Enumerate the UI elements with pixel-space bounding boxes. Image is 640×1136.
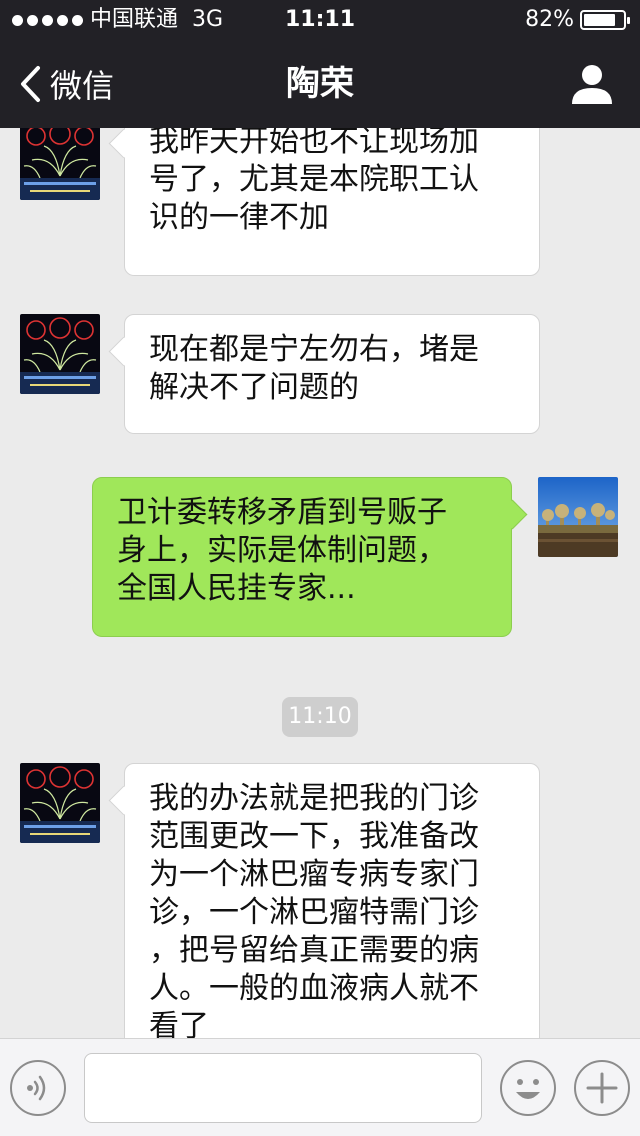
nav-bar: 微信 陶荣: [0, 40, 640, 128]
sent-message-bubble[interactable]: 卫计委转移矛盾到号贩子 身上，实际是体制问题， 全国人民挂专家...: [92, 477, 512, 637]
my-avatar[interactable]: [538, 477, 618, 557]
contact-avatar[interactable]: [20, 763, 100, 843]
status-bar: 中国联通 3G 11:11 82%: [0, 0, 640, 40]
contact-avatar[interactable]: [20, 314, 100, 394]
plus-button[interactable]: [574, 1060, 630, 1116]
message-input[interactable]: [84, 1053, 482, 1123]
received-message-bubble[interactable]: 现在都是宁左勿右，堵是 解决不了问题的: [124, 314, 540, 434]
contact-avatar[interactable]: [20, 128, 100, 200]
top-bar: 中国联通 3G 11:11 82% 微信 陶荣: [0, 0, 640, 128]
battery-percent: 82%: [525, 7, 574, 32]
message-list[interactable]: 我昨天开始也不让现场加 号了，尤其是本院职工认 识的一律不加 现在都是宁左勿右，…: [0, 128, 640, 1038]
voice-icon: [27, 1075, 46, 1101]
person-icon[interactable]: [570, 62, 614, 106]
timestamp-pill: 11:10: [282, 697, 358, 737]
chat-title: 陶荣: [286, 64, 354, 104]
emoji-icon: [516, 1079, 540, 1099]
received-message-bubble[interactable]: 我昨天开始也不让现场加 号了，尤其是本院职工认 识的一律不加: [124, 128, 540, 276]
plus-icon: [586, 1072, 618, 1104]
emoji-button[interactable]: [500, 1060, 556, 1116]
received-message-bubble[interactable]: 我的办法就是把我的门诊 范围更改一下，我准备改 为一个淋巴瘤专病专家门 诊，一个…: [124, 763, 540, 1038]
battery-icon: [580, 10, 630, 30]
battery-fill: [584, 14, 616, 26]
voice-button[interactable]: [10, 1060, 66, 1116]
input-bar: [0, 1038, 640, 1136]
